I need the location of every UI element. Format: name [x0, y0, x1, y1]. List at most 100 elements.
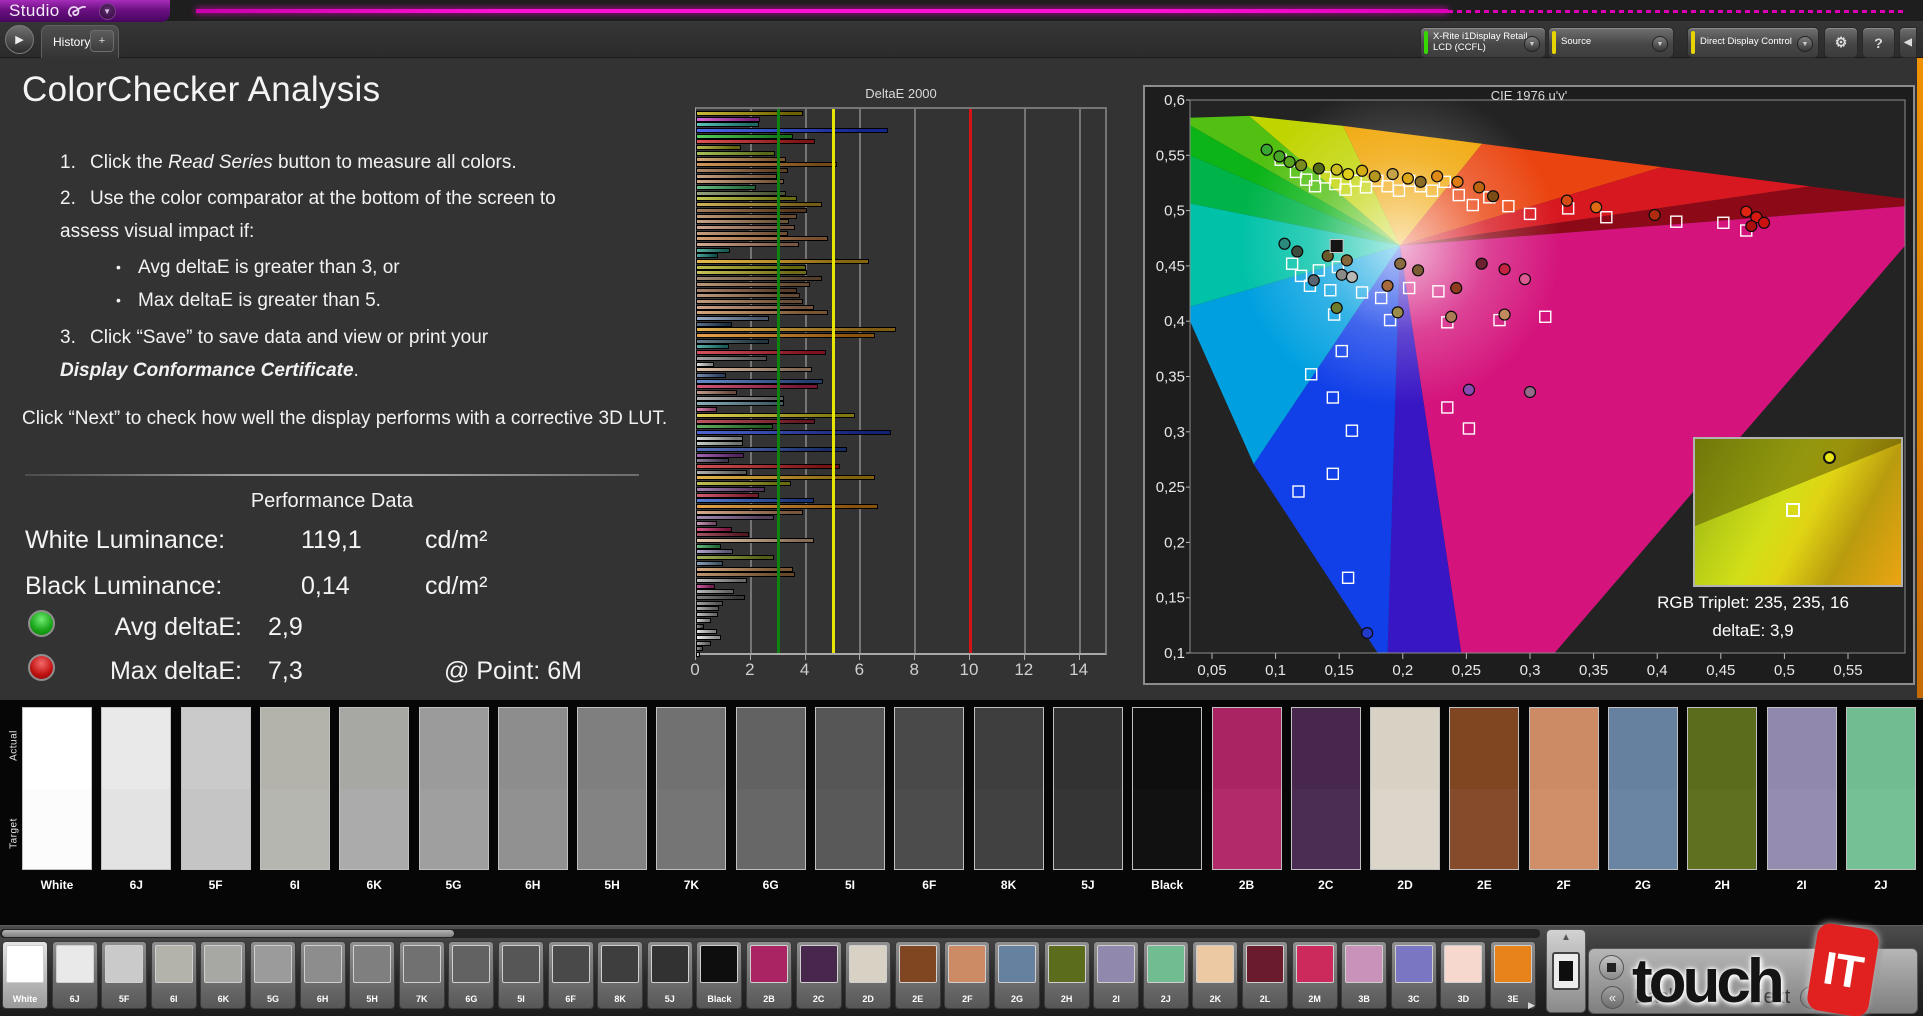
filmstrip-item-2J[interactable]: 2J: [1142, 941, 1189, 1009]
filmstrip-item-White[interactable]: White: [2, 941, 48, 1009]
add-tab-button[interactable]: +: [90, 30, 114, 52]
source-button[interactable]: Source ▼: [1548, 27, 1674, 58]
meter-dropdown-icon[interactable]: ▼: [1524, 36, 1540, 52]
deltae-bar: [696, 418, 816, 424]
filmstrip-swatch: [1345, 945, 1384, 983]
deltae-axis-label: 4: [799, 660, 810, 679]
filmstrip-swatch: [1246, 945, 1284, 983]
pattern-window-button[interactable]: [1552, 952, 1580, 990]
cie-x-tick-label: 0,55: [1833, 662, 1862, 679]
deltae-bar: [696, 469, 747, 475]
deltae-bar: [696, 116, 761, 122]
deltae-bar: [696, 446, 847, 452]
collapse-button[interactable]: ◀: [1899, 27, 1917, 58]
comparator-patch-Black: [1132, 707, 1203, 870]
deltae-bar: [696, 486, 765, 492]
cie-y-tick-label: 0,55: [1156, 147, 1185, 164]
deltae-bar: [696, 589, 735, 595]
filmstrip-label: 2I: [1112, 994, 1120, 1004]
deltae-bar: [696, 167, 788, 173]
display-control-status-indicator: [1691, 31, 1695, 54]
patch-label: White: [40, 878, 74, 892]
source-dropdown-icon[interactable]: ▼: [1652, 36, 1668, 52]
patch-actual-swatch: [340, 708, 409, 789]
display-control-dropdown-icon[interactable]: ▼: [1797, 36, 1813, 52]
session-menu-button[interactable]: ▶: [5, 25, 34, 54]
deltae-bar: [696, 441, 743, 447]
filmstrip-item-Black[interactable]: Black: [696, 941, 743, 1009]
filmstrip-item-5J[interactable]: 5J: [646, 941, 693, 1009]
filmstrip-item-3C[interactable]: 3C: [1390, 941, 1437, 1009]
scroll-right-icon[interactable]: ▶: [1528, 1000, 1535, 1011]
patch-actual-swatch: [498, 708, 567, 789]
deltae-bar: [696, 219, 790, 225]
display-control-button[interactable]: Direct Display Control ▼: [1687, 27, 1819, 58]
filmstrip-item-6F[interactable]: 6F: [547, 941, 594, 1009]
cie-measured-dot: [1560, 194, 1573, 207]
filmstrip-item-8K[interactable]: 8K: [597, 941, 644, 1009]
filmstrip-swatch: [849, 945, 888, 983]
filmstrip-item-2F[interactable]: 2F: [944, 941, 991, 1009]
logo-dropdown-icon[interactable]: ▼: [98, 2, 116, 20]
deltae-axis-label: 10: [959, 660, 979, 679]
app-logo[interactable]: Studio ▼: [0, 0, 170, 22]
cie-measured-dot: [1368, 170, 1381, 183]
filmstrip-item-6J[interactable]: 6J: [51, 941, 98, 1009]
filmstrip-item-2L[interactable]: 2L: [1242, 941, 1288, 1009]
step-1-text: Click the: [90, 152, 169, 173]
stop-button[interactable]: [1599, 955, 1624, 980]
cie-measured-dot: [1335, 268, 1348, 281]
filmstrip-items: White 6J 5F 6I 6K 5G 6H 5H 7K 6G 5I 6F 8K 5J Black 2B 2C…: [0, 940, 1540, 1012]
deltae-threshold-line: [969, 109, 972, 653]
filmstrip-item-2C[interactable]: 2C: [795, 941, 842, 1009]
filmstrip-item-6G[interactable]: 6G: [448, 941, 495, 1009]
filmstrip-item-2H[interactable]: 2H: [1043, 941, 1090, 1009]
filmstrip-item-5F[interactable]: 5F: [101, 941, 148, 1009]
cie-measured-dot: [1498, 308, 1511, 321]
settings-button[interactable]: ⚙: [1824, 27, 1858, 58]
meter-button[interactable]: X-Rite i1Display Retail LCD (CCFL) ▼: [1420, 27, 1546, 58]
gear-icon: ⚙: [1834, 34, 1848, 50]
patch-label: 2D: [1397, 878, 1413, 892]
help-button[interactable]: ?: [1862, 27, 1895, 58]
filmstrip-label: 3B: [1358, 994, 1370, 1004]
filmstrip-item-2K[interactable]: 2K: [1192, 941, 1239, 1009]
deltae-bar: [696, 162, 838, 168]
cie-measured-dot: [1401, 172, 1414, 185]
filmstrip-item-2B[interactable]: 2B: [746, 941, 792, 1009]
filmstrip-item-5G[interactable]: 5G: [250, 941, 296, 1009]
filmstrip-item-2D[interactable]: 2D: [845, 941, 892, 1009]
scroll-up-icon[interactable]: ▲: [1547, 932, 1585, 943]
filmstrip-item-2E[interactable]: 2E: [894, 941, 941, 1009]
cie-y-tick-label: 0,35: [1156, 369, 1185, 386]
step-1-emphasis: Read Series: [168, 152, 273, 173]
filmstrip-item-3E[interactable]: 3E: [1490, 941, 1536, 1009]
filmstrip-item-5H[interactable]: 5H: [349, 941, 396, 1009]
filmstrip-scrollbar[interactable]: [0, 929, 1540, 938]
deltae-bar: [696, 270, 807, 276]
cie-measured-dot: [1312, 162, 1325, 175]
patch-target-swatch: [1371, 788, 1440, 869]
filmstrip-item-5I[interactable]: 5I: [498, 941, 544, 1009]
deltae-bar: [696, 526, 732, 532]
filmstrip-item-3D[interactable]: 3D: [1440, 941, 1487, 1009]
bullet-avg-deltae: • Avg deltaE is greater than 3, or: [116, 257, 400, 278]
filmstrip-item-2M[interactable]: 2M: [1291, 941, 1338, 1009]
deltae-bar: [696, 606, 720, 612]
filmstrip-item-2I[interactable]: 2I: [1093, 941, 1140, 1009]
filmstrip-scrollbar-thumb[interactable]: [2, 930, 454, 937]
filmstrip-item-2G[interactable]: 2G: [994, 941, 1040, 1009]
filmstrip-item-3B[interactable]: 3B: [1341, 941, 1388, 1009]
filmstrip-item-7K[interactable]: 7K: [398, 941, 445, 1009]
black-luminance-unit: cd/m²: [425, 572, 488, 600]
filmstrip-swatch: [6, 945, 44, 983]
filmstrip-item-6I[interactable]: 6I: [150, 941, 197, 1009]
filmstrip-swatch: [353, 945, 392, 983]
comparator-patch-6I: [259, 707, 330, 870]
filmstrip-label: 5J: [664, 994, 675, 1004]
deltae-bar: [696, 333, 876, 339]
filmstrip-item-6H[interactable]: 6H: [299, 941, 346, 1009]
cie-y-tick-label: 0,45: [1156, 258, 1185, 275]
meter-button-line1: X-Rite i1Display Retail: [1433, 31, 1528, 42]
filmstrip-item-6K[interactable]: 6K: [200, 941, 247, 1009]
